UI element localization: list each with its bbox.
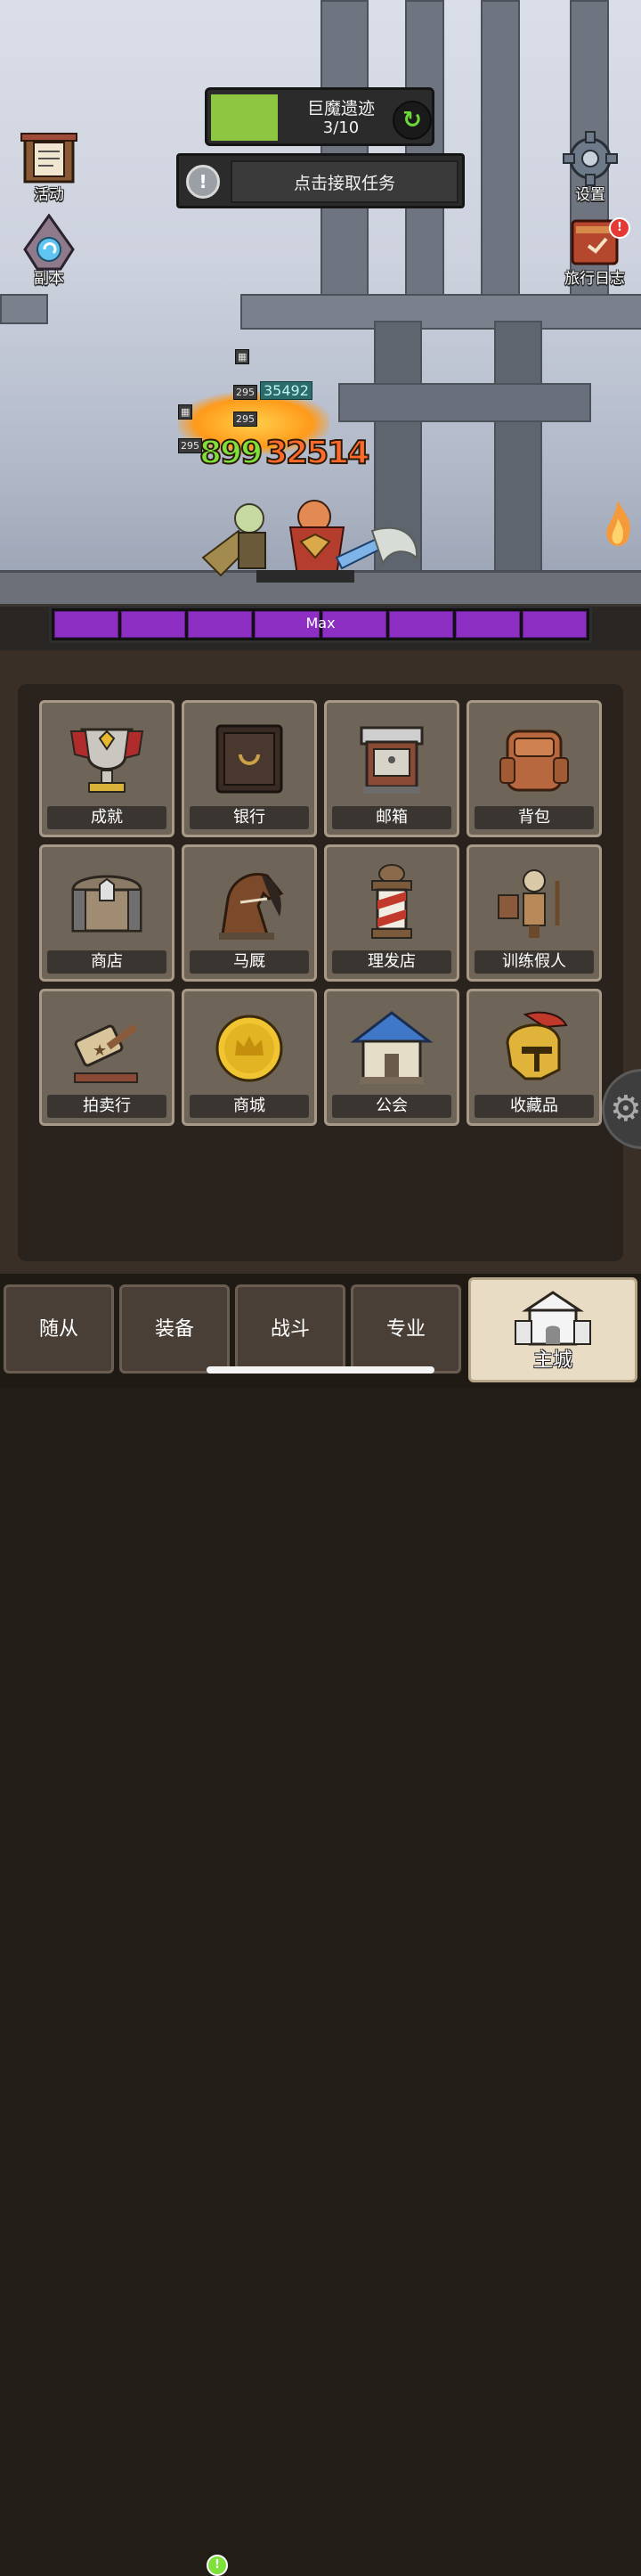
backpack-label: 背包 — [475, 806, 594, 829]
hit-number: 295 — [233, 385, 257, 400]
mailbox-label: 邮箱 — [332, 806, 451, 829]
training-dummy-button[interactable]: 训练假人 — [467, 844, 602, 982]
rage-label: Max — [305, 615, 336, 632]
quest-count: 3/10 — [322, 118, 360, 137]
shop-button[interactable]: 商店 — [39, 844, 174, 982]
city-menu: 成就 银行 邮箱 背包 商店 马厩 理发店 训练假人 ★ 拍卖行 商城 公会 收… — [0, 650, 641, 1274]
dungeon-button[interactable]: 副本 — [9, 213, 89, 294]
hit-number: 295 — [178, 438, 202, 453]
tab-battle-label: 战斗 — [270, 1318, 310, 1341]
task-prompt: 点击接取任务 — [231, 160, 458, 203]
menu-grid-panel: 成就 银行 邮箱 背包 商店 马厩 理发店 训练假人 ★ 拍卖行 商城 公会 收… — [18, 684, 623, 1261]
bank-button[interactable]: 银行 — [182, 700, 317, 837]
ruin-pillar — [405, 0, 444, 298]
tab-equipment[interactable]: 装备 — [119, 1284, 230, 1374]
mailbox-icon — [360, 726, 424, 794]
refresh-icon[interactable]: ↻ — [393, 101, 432, 140]
backpack-button[interactable]: 背包 — [467, 700, 602, 837]
ruin-arch-pillar — [494, 321, 542, 583]
guild-house-icon — [350, 1011, 434, 1084]
collection-label: 收藏品 — [475, 1095, 594, 1118]
dungeon-portal-icon — [23, 213, 75, 271]
helmet-icon — [506, 1011, 568, 1080]
quest-progress-fill — [211, 94, 278, 141]
events-board-icon — [20, 133, 77, 183]
gear-icon — [563, 131, 618, 186]
training-dummy-label: 训练假人 — [475, 950, 594, 974]
battle-scene: ▦ 295 295 295 ▦ 35492 899 32514 巨魔遗迹 3/1… — [0, 0, 641, 650]
damage-number-orange: 32514 — [264, 434, 370, 472]
quest-name: 巨魔遗迹 — [306, 99, 375, 118]
barber-button[interactable]: 理发店 — [324, 844, 459, 982]
stable-label: 马厩 — [190, 950, 309, 974]
guild-label: 公会 — [332, 1095, 451, 1118]
ruin-beam — [240, 294, 641, 330]
events-button[interactable]: 活动 — [9, 130, 89, 210]
settings-button[interactable]: 设置 — [550, 130, 630, 210]
horse-icon — [219, 873, 284, 940]
castle-icon — [515, 1291, 591, 1346]
ruin-arch-top — [338, 383, 591, 422]
alert-icon: ! — [186, 165, 220, 199]
collection-button[interactable]: 收藏品 — [467, 989, 602, 1126]
gear-icon: ⚙ — [610, 1088, 641, 1129]
svg-text:★: ★ — [93, 1041, 107, 1060]
mailbox-button[interactable]: 邮箱 — [324, 700, 459, 837]
ruin-pillar — [481, 0, 520, 298]
tab-main-city[interactable]: 主城 — [468, 1277, 637, 1382]
equipment-badge: ! — [207, 2555, 228, 2576]
dungeon-label: 副本 — [34, 270, 64, 288]
tab-followers[interactable]: 随从 — [4, 1284, 114, 1374]
tab-followers-label: 随从 — [38, 1318, 78, 1341]
travel-log-label: 旅行日志 — [564, 270, 625, 288]
ruin-pillar — [320, 0, 369, 298]
tab-profession[interactable]: 专业 — [351, 1284, 461, 1374]
events-label: 活动 — [34, 186, 64, 204]
bank-label: 银行 — [190, 806, 309, 829]
backpack-icon — [499, 730, 569, 792]
achievements-label: 成就 — [47, 806, 166, 829]
trophy-icon — [69, 728, 144, 793]
gavel-icon: ★ — [74, 1023, 138, 1083]
tab-main-city-label: 主城 — [532, 1349, 572, 1372]
damage-number-teal: 35492 — [260, 381, 312, 400]
journal-badge: ! — [609, 217, 630, 239]
guild-button[interactable]: 公会 — [324, 989, 459, 1126]
quest-progress-panel[interactable]: 巨魔遗迹 3/10 ↻ — [205, 87, 434, 146]
store-button[interactable]: 商城 — [182, 989, 317, 1126]
travel-log-button[interactable]: ! 旅行日志 — [550, 214, 639, 294]
barber-label: 理发店 — [332, 950, 451, 974]
shop-label: 商店 — [47, 950, 166, 974]
accept-task-button[interactable]: ! 点击接取任务 — [176, 153, 465, 208]
ruin-beam — [0, 294, 48, 324]
status-icon-box: ▦ — [178, 404, 193, 420]
barber-pole-icon — [371, 864, 412, 939]
auction-button[interactable]: ★ 拍卖行 — [39, 989, 174, 1126]
safe-icon — [215, 724, 283, 794]
store-label: 商城 — [190, 1095, 309, 1118]
status-icon-box: ▦ — [235, 349, 250, 364]
auction-label: 拍卖行 — [47, 1095, 166, 1118]
chest-icon — [71, 875, 142, 933]
tab-profession-label: 专业 — [385, 1318, 426, 1341]
campfire-icon — [606, 501, 630, 546]
gold-coin-icon — [215, 1015, 283, 1082]
hit-number: 295 — [233, 412, 257, 427]
tab-battle[interactable]: 战斗 — [235, 1284, 345, 1374]
hero-party — [201, 500, 418, 583]
training-dummy-icon — [498, 869, 560, 938]
stable-button[interactable]: 马厩 — [182, 844, 317, 982]
damage-number-green: 899 — [199, 434, 264, 472]
settings-label: 设置 — [575, 186, 605, 204]
achievements-button[interactable]: 成就 — [39, 700, 174, 837]
tab-equipment-label: 装备 — [154, 1318, 194, 1341]
home-indicator[interactable] — [207, 1366, 434, 1374]
